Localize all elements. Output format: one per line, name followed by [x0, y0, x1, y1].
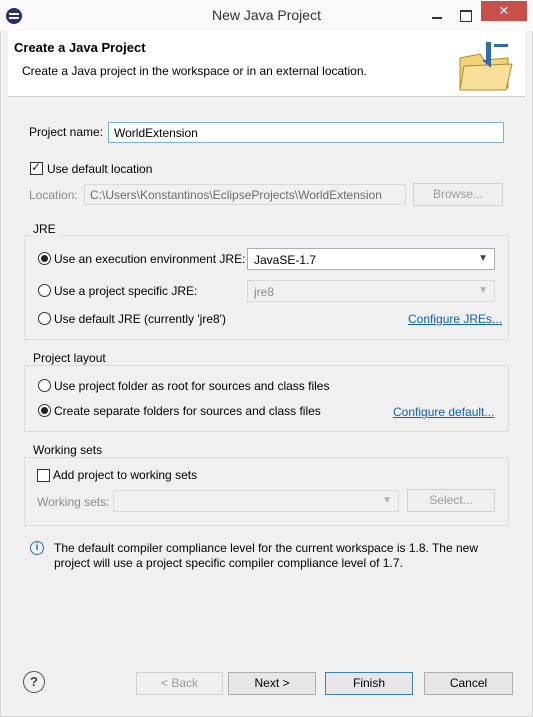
info-icon: i — [30, 541, 44, 555]
next-button[interactable]: Next > — [228, 672, 316, 695]
browse-button[interactable]: Browse... — [413, 183, 503, 206]
jre-execution-environment-radio[interactable] — [38, 252, 51, 265]
finish-button[interactable]: Finish — [325, 672, 413, 695]
layout-root-radio[interactable] — [38, 379, 51, 392]
use-default-location-checkbox[interactable] — [30, 160, 43, 175]
layout-separate-label: Create separate folders for sources and … — [54, 404, 321, 418]
working-sets-group-title: Working sets — [31, 443, 105, 457]
cancel-button[interactable]: Cancel — [424, 672, 513, 695]
project-layout-group-title: Project layout — [31, 351, 108, 365]
project-specific-jre-dropdown[interactable]: jre8 ▼ — [247, 280, 495, 302]
configure-jres-link[interactable]: Configure JREs... — [408, 312, 502, 326]
use-default-location-label: Use default location — [47, 162, 153, 176]
project-specific-jre-value: jre8 — [254, 285, 275, 299]
jre-group-title: JRE — [31, 222, 58, 236]
jre-project-specific-label: Use a project specific JRE: — [54, 284, 198, 298]
info-message-line-1: The default compiler compliance level fo… — [54, 541, 478, 555]
info-message-line-2: project will use a project specific comp… — [54, 556, 403, 570]
chevron-down-icon: ▼ — [478, 285, 488, 296]
execution-environment-dropdown[interactable]: JavaSE-1.7 ▼ — [247, 248, 495, 270]
layout-separate-radio[interactable] — [38, 404, 51, 417]
project-name-input[interactable]: WorldExtension — [108, 122, 504, 143]
project-layout-group — [24, 365, 509, 432]
chevron-down-icon: ▼ — [382, 495, 392, 506]
select-working-sets-button[interactable]: Select... — [407, 489, 495, 512]
help-icon[interactable]: ? — [23, 671, 45, 693]
project-name-label: Project name: — [29, 125, 104, 139]
page-description: Create a Java project in the workspace o… — [22, 64, 367, 78]
execution-environment-value: JavaSE-1.7 — [254, 253, 317, 267]
add-to-working-sets-checkbox[interactable] — [37, 469, 50, 482]
location-input[interactable]: C:\Users\Konstantinos\EclipseProjects\Wo… — [84, 184, 406, 205]
layout-root-label: Use project folder as root for sources a… — [54, 379, 330, 393]
back-button[interactable]: < Back — [136, 672, 223, 695]
jre-project-specific-radio[interactable] — [38, 284, 51, 297]
location-label: Location: — [29, 188, 78, 202]
window-title: New Java Project — [212, 7, 321, 23]
working-sets-dropdown[interactable]: ▼ — [113, 490, 399, 512]
page-title: Create a Java Project — [14, 40, 146, 55]
configure-default-link[interactable]: Configure default... — [393, 405, 494, 419]
chevron-down-icon: ▼ — [478, 253, 488, 264]
jre-default-radio[interactable] — [38, 312, 51, 325]
jre-execution-environment-label: Use an execution environment JRE: — [54, 252, 246, 266]
new-java-project-wizard-icon — [456, 38, 516, 94]
close-button[interactable]: ✕ — [481, 1, 527, 21]
working-sets-label: Working sets: — [37, 495, 110, 509]
minimize-icon[interactable] — [428, 6, 446, 24]
jre-default-label: Use default JRE (currently 'jre8') — [54, 312, 226, 326]
add-to-working-sets-label: Add project to working sets — [53, 468, 198, 482]
maximize-icon[interactable] — [456, 6, 474, 24]
